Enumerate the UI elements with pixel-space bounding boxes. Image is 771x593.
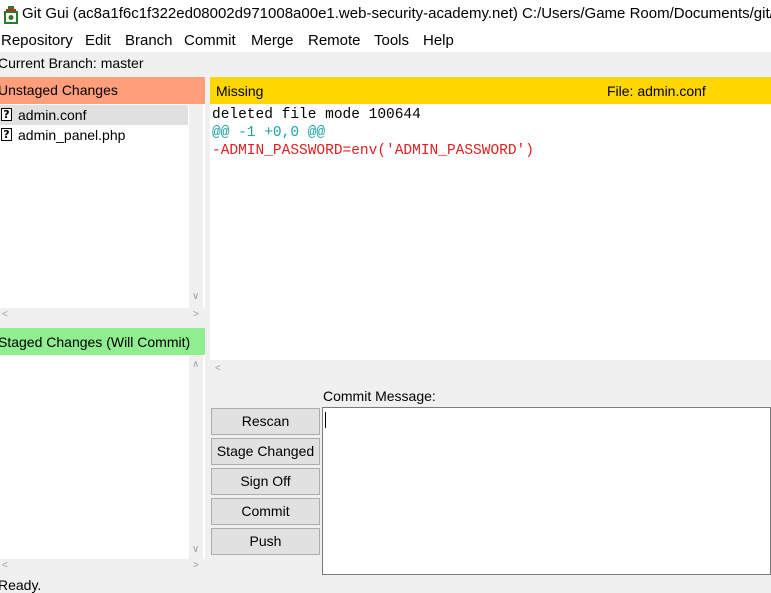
unknown-file-icon: ? — [1, 128, 12, 141]
git-gui-icon — [4, 6, 18, 24]
scroll-left-icon[interactable]: < — [2, 561, 8, 571]
diff-hunk-header-line: @@ -1 +0,0 @@ — [212, 125, 326, 141]
scroll-down-icon[interactable]: ∨ — [192, 545, 199, 555]
rescan-button[interactable]: Rescan — [211, 408, 320, 435]
file-name: admin.conf — [18, 107, 87, 123]
menu-bar: Repository Edit Branch Commit Merge Remo… — [0, 30, 771, 52]
scroll-left-icon[interactable]: < — [215, 364, 221, 374]
scroll-down-icon[interactable]: ∨ — [192, 292, 199, 302]
staged-vertical-scrollbar[interactable]: ∧ ∨ — [189, 355, 203, 559]
window-title: Git Gui (ac8a1f6c1f322ed08002d971008a00e… — [22, 5, 771, 22]
diff-header: Missing File: admin.conf — [210, 77, 771, 104]
commit-message-input[interactable] — [322, 407, 771, 575]
status-text: Ready. — [0, 577, 42, 593]
status-bar — [0, 578, 771, 585]
menu-remote[interactable]: Remote — [308, 32, 361, 49]
menu-help[interactable]: Help — [423, 32, 454, 49]
unstaged-files-list[interactable]: ? admin.conf ? admin_panel.php ∨ — [0, 104, 205, 308]
menu-merge[interactable]: Merge — [251, 32, 294, 49]
push-button[interactable]: Push — [211, 528, 320, 555]
file-name: admin_panel.php — [18, 127, 126, 143]
scroll-up-icon[interactable]: ∧ — [192, 360, 199, 370]
unstaged-horizontal-scrollbar[interactable]: < > — [0, 308, 205, 328]
unstaged-file-row[interactable]: ? admin_panel.php — [0, 125, 188, 145]
unstaged-changes-header: Unstaged Changes — [0, 77, 205, 104]
scroll-left-icon[interactable]: < — [2, 310, 8, 320]
scroll-right-icon[interactable]: > — [193, 310, 199, 320]
current-branch-label: Current Branch: master — [0, 55, 144, 71]
unstaged-file-row[interactable]: ? admin.conf — [0, 105, 188, 125]
staged-horizontal-scrollbar[interactable]: < > — [0, 559, 205, 573]
unstaged-vertical-scrollbar[interactable]: ∨ — [189, 104, 203, 308]
stage-changed-button[interactable]: Stage Changed — [211, 438, 320, 465]
menu-tools[interactable]: Tools — [374, 32, 409, 49]
unstaged-changes-title: Unstaged Changes — [0, 82, 118, 98]
menu-commit[interactable]: Commit — [184, 32, 236, 49]
commit-button[interactable]: Commit — [211, 498, 320, 525]
staged-changes-title: Staged Changes (Will Commit) — [0, 334, 191, 350]
diff-removed-line: -ADMIN_PASSWORD=env('ADMIN_PASSWORD') — [212, 143, 534, 159]
diff-horizontal-scrollbar[interactable]: < — [210, 360, 771, 377]
staged-changes-header: Staged Changes (Will Commit) — [0, 328, 205, 355]
text-caret — [325, 412, 326, 428]
diff-status-label: Missing — [216, 83, 264, 99]
menu-repository[interactable]: Repository — [1, 32, 73, 49]
commit-message-label: Commit Message: — [323, 388, 436, 404]
title-bar: Git Gui (ac8a1f6c1f322ed08002d971008a00e… — [0, 0, 771, 30]
staged-files-list[interactable]: ∧ ∨ < > — [0, 355, 205, 573]
menu-branch[interactable]: Branch — [125, 32, 173, 49]
diff-line: deleted file mode 100644 — [212, 107, 421, 123]
unknown-file-icon: ? — [1, 108, 12, 121]
sign-off-button[interactable]: Sign Off — [211, 468, 320, 495]
diff-view[interactable]: deleted file mode 100644 @@ -1 +0,0 @@ -… — [210, 104, 771, 360]
menu-edit[interactable]: Edit — [85, 32, 111, 49]
diff-file-label: File: admin.conf — [607, 83, 706, 99]
scroll-right-icon[interactable]: > — [193, 561, 199, 571]
